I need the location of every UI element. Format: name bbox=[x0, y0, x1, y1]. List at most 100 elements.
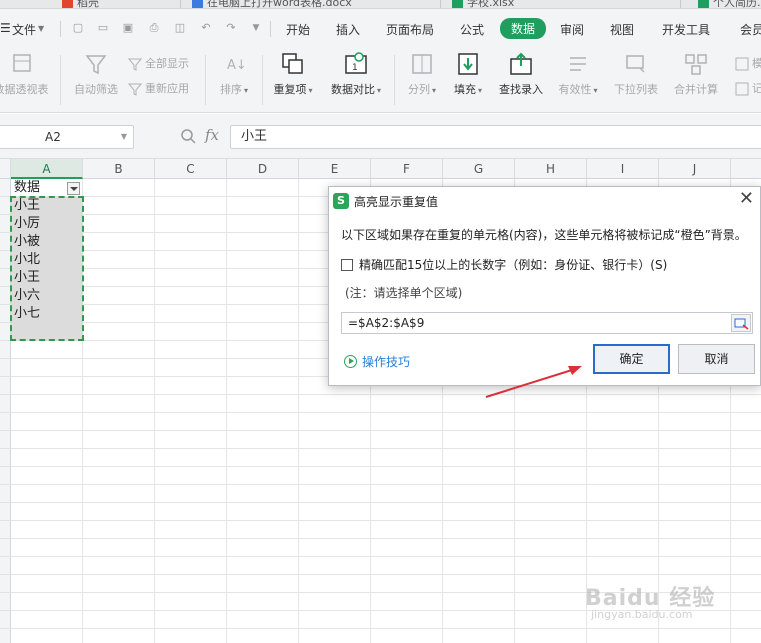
column-header-G[interactable]: G bbox=[443, 159, 515, 179]
wps-sheet-logo-icon: S bbox=[333, 193, 349, 209]
column-header-F[interactable]: F bbox=[371, 159, 443, 179]
pivot-table-button[interactable]: 数据透视表 bbox=[0, 51, 52, 97]
save-icon[interactable]: ▣ bbox=[122, 22, 134, 34]
autofilter-button[interactable]: 自动筛选 bbox=[68, 51, 124, 97]
row-header[interactable] bbox=[0, 179, 11, 197]
show-all-label: 全部显示 bbox=[145, 57, 189, 70]
menu-icon[interactable]: ☰ bbox=[0, 21, 11, 35]
tab-review[interactable]: 审阅 bbox=[560, 21, 584, 38]
doc-tab-xlsx-2[interactable]: 个人简历.xlsx bbox=[698, 0, 761, 9]
ok-button[interactable]: 确定 bbox=[593, 344, 670, 374]
row-header[interactable] bbox=[0, 413, 11, 431]
lookup-entry-button[interactable]: 查找录入 bbox=[495, 51, 547, 97]
range-input[interactable]: =$A$2:$A$9 bbox=[341, 312, 753, 334]
tab-start[interactable]: 开始 bbox=[286, 21, 310, 38]
row-header[interactable] bbox=[0, 575, 11, 593]
row-header[interactable] bbox=[0, 449, 11, 467]
reapply-button[interactable]: 重新应用 bbox=[127, 80, 189, 96]
checkbox-box[interactable] bbox=[341, 259, 353, 271]
data-compare-button[interactable]: 1 数据对比 ▾ bbox=[326, 51, 386, 97]
row-header[interactable] bbox=[0, 593, 11, 611]
doc-tab-daoke[interactable]: 稻壳 bbox=[62, 0, 99, 8]
row-header[interactable] bbox=[0, 467, 11, 485]
daoke-icon bbox=[62, 0, 73, 8]
cancel-button[interactable]: 取消 bbox=[678, 344, 755, 374]
duplicates-button[interactable]: 重复项 ▾ bbox=[268, 51, 318, 97]
print-icon[interactable]: ⎙ bbox=[148, 22, 160, 34]
chevron-down-icon[interactable]: ▼ bbox=[250, 22, 262, 34]
tips-label: 操作技巧 bbox=[362, 355, 411, 369]
row-header[interactable] bbox=[0, 503, 11, 521]
simulate-button[interactable]: 模 bbox=[735, 55, 761, 71]
svg-text:1: 1 bbox=[352, 63, 358, 73]
column-header-E[interactable]: E bbox=[299, 159, 371, 179]
doc-tab-label: 个人简历.xlsx bbox=[713, 0, 761, 9]
zoom-icon[interactable] bbox=[180, 128, 196, 144]
sheet-icon bbox=[698, 0, 709, 8]
split-column-icon bbox=[409, 51, 435, 77]
chevron-down-icon[interactable]: ▼ bbox=[38, 24, 44, 33]
tab-insert[interactable]: 插入 bbox=[336, 21, 360, 38]
row-header[interactable] bbox=[0, 485, 11, 503]
row-header[interactable] bbox=[0, 359, 11, 377]
doc-tab-label: 在电脑上打开word表格.docx bbox=[207, 0, 352, 9]
column-header-H[interactable]: H bbox=[515, 159, 587, 179]
record-label: 记 bbox=[752, 82, 761, 95]
tab-member[interactable]: 会员 bbox=[740, 21, 761, 38]
row-header[interactable] bbox=[0, 629, 11, 643]
tab-page-layout[interactable]: 页面布局 bbox=[386, 21, 434, 38]
tab-formula[interactable]: 公式 bbox=[460, 21, 484, 38]
record-button[interactable]: 记 bbox=[735, 80, 761, 96]
row-header[interactable] bbox=[0, 557, 11, 575]
long-number-checkbox[interactable]: 精确匹配15位以上的长数字（例如：身份证、银行卡）(S) bbox=[341, 256, 667, 273]
row-header[interactable] bbox=[0, 539, 11, 557]
fx-icon[interactable]: fx bbox=[205, 126, 219, 144]
filter-dropdown-button[interactable] bbox=[67, 182, 80, 195]
column-header-J[interactable]: J bbox=[659, 159, 731, 179]
doc-tab-word[interactable]: 在电脑上打开word表格.docx bbox=[192, 0, 352, 9]
column-header-B[interactable]: B bbox=[83, 159, 155, 179]
row-header[interactable] bbox=[0, 377, 11, 395]
column-header-D[interactable]: D bbox=[227, 159, 299, 179]
play-icon bbox=[344, 355, 357, 368]
data-ribbon: 数据透视表 自动筛选 全部显示 重新应用 A↓ 排序▾ 重复项▾ 1 数据对比▾… bbox=[0, 49, 761, 113]
reapply-label: 重新应用 bbox=[145, 82, 189, 95]
row-header[interactable] bbox=[0, 395, 11, 413]
select-all-corner[interactable] bbox=[0, 159, 11, 179]
doc-tab-xlsx[interactable]: 学校.xlsx bbox=[452, 0, 514, 8]
simulate-icon bbox=[735, 57, 749, 71]
close-icon[interactable]: ✕ bbox=[739, 190, 754, 208]
tab-developer[interactable]: 开发工具 bbox=[662, 21, 710, 38]
column-header-I[interactable]: I bbox=[587, 159, 659, 179]
tab-data[interactable]: 数据 bbox=[500, 18, 547, 39]
new-file-icon[interactable]: ▢ bbox=[72, 22, 84, 34]
range-picker-icon[interactable] bbox=[731, 314, 751, 332]
validity-button[interactable]: 有效性 ▾ bbox=[555, 51, 601, 97]
row-header[interactable] bbox=[0, 611, 11, 629]
file-menu[interactable]: 文件 bbox=[12, 21, 36, 38]
open-folder-icon[interactable]: ▭ bbox=[97, 22, 109, 34]
row-header[interactable] bbox=[0, 521, 11, 539]
consolidate-button[interactable]: 合并计算 bbox=[670, 51, 722, 97]
row-header[interactable] bbox=[0, 431, 11, 449]
watermark-subtext: jingyan.baidu.com bbox=[591, 608, 693, 621]
undo-icon[interactable]: ↶ bbox=[200, 22, 212, 34]
tab-view[interactable]: 视图 bbox=[610, 21, 634, 38]
chevron-down-icon[interactable]: ▼ bbox=[121, 126, 127, 148]
split-column-button[interactable]: 分列 ▾ bbox=[402, 51, 442, 97]
sort-button[interactable]: A↓ 排序 ▾ bbox=[212, 51, 256, 97]
print-preview-icon[interactable]: ◫ bbox=[174, 22, 186, 34]
column-header-C[interactable]: C bbox=[155, 159, 227, 179]
dropdown-list-button[interactable]: 下拉列表 bbox=[610, 51, 662, 97]
row-header[interactable] bbox=[0, 341, 11, 359]
lookup-entry-label: 查找录入 bbox=[499, 83, 543, 96]
record-icon bbox=[735, 82, 749, 96]
column-header-A[interactable]: A bbox=[11, 159, 83, 179]
fill-label: 填充 bbox=[453, 83, 476, 96]
name-box[interactable]: A2 ▼ bbox=[0, 125, 134, 149]
fill-button[interactable]: 填充 ▾ bbox=[448, 51, 488, 97]
tips-link[interactable]: 操作技巧 bbox=[344, 353, 410, 370]
redo-icon[interactable]: ↷ bbox=[225, 22, 237, 34]
formula-input[interactable]: 小王 bbox=[230, 125, 761, 149]
show-all-button[interactable]: 全部显示 bbox=[127, 55, 189, 71]
